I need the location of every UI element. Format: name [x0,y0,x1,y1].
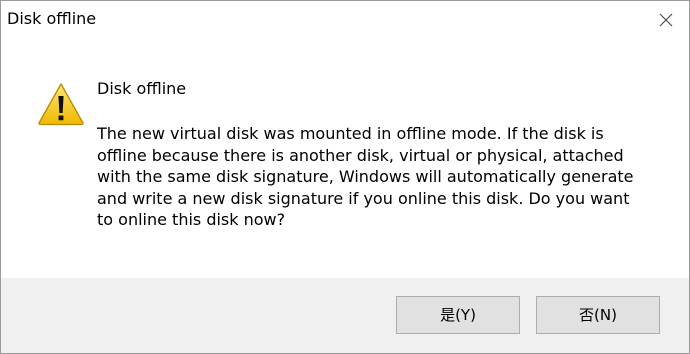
yes-button[interactable]: 是(Y) [396,296,520,334]
warning-icon [38,83,84,126]
message-line: The new virtual disk was mounted in offl… [97,124,604,143]
message-line: to online this disk now? [97,210,286,230]
button-bar: 是(Y) 否(N) [1,278,689,353]
close-button[interactable] [643,1,689,38]
close-icon [659,13,673,27]
window-title: Disk offline [7,9,97,28]
no-button[interactable]: 否(N) [536,296,660,334]
title-bar: Disk offline [1,1,689,38]
dialog-message: The new virtual disk was mounted in offl… [97,123,657,231]
message-line: and write a new disk signature if you on… [97,188,630,208]
dialog-window: Disk offline Disk offline The new virtua… [0,0,690,354]
message-line: with the same disk signature, Windows wi… [97,167,634,187]
message-line: offline because there is another disk, v… [97,145,624,165]
dialog-heading: Disk offline [97,79,187,98]
dialog-content: Disk offline The new virtual disk was mo… [1,38,689,278]
